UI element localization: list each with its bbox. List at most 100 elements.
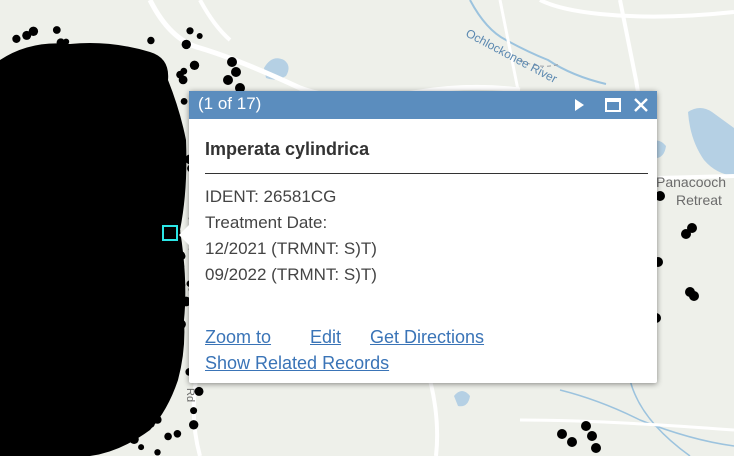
feature-point[interactable] [63,262,72,272]
feature-point[interactable] [104,314,113,323]
feature-point[interactable] [18,229,26,238]
feature-point[interactable] [76,377,85,385]
feature-point[interactable] [111,416,117,423]
feature-point[interactable] [12,421,20,429]
feature-point[interactable] [145,381,155,391]
feature-point[interactable] [6,183,15,192]
feature-point[interactable] [147,67,155,75]
feature-point[interactable] [591,443,601,453]
feature-point[interactable] [164,369,174,379]
feature-point[interactable] [46,197,55,206]
feature-point[interactable] [122,184,130,192]
feature-point[interactable] [54,326,63,335]
feature-point[interactable] [78,315,87,325]
feature-point[interactable] [148,364,158,374]
feature-point[interactable] [127,247,135,254]
feature-point[interactable] [111,299,120,308]
feature-point[interactable] [227,57,237,67]
feature-point[interactable] [134,280,141,287]
feature-point[interactable] [120,134,129,143]
feature-point[interactable] [43,333,53,343]
feature-point[interactable] [567,437,577,447]
feature-point[interactable] [144,250,153,259]
feature-point[interactable] [24,97,31,104]
feature-point[interactable] [30,234,39,242]
feature-point[interactable] [14,216,23,225]
feature-point[interactable] [22,30,32,40]
feature-point[interactable] [63,38,70,45]
feature-point[interactable] [88,92,97,101]
show-related-records-link[interactable]: Show Related Records [205,353,389,374]
feature-point[interactable] [111,170,121,180]
feature-point[interactable] [142,138,153,149]
feature-point[interactable] [223,75,233,85]
feature-point[interactable] [23,186,34,196]
feature-point[interactable] [180,98,188,105]
feature-point[interactable] [127,84,134,92]
feature-point[interactable] [180,67,188,75]
feature-point[interactable] [154,449,161,456]
feature-point[interactable] [147,54,156,63]
feature-point[interactable] [164,432,172,441]
feature-point[interactable] [147,273,157,283]
feature-point[interactable] [108,103,119,113]
feature-point[interactable] [146,411,155,421]
feature-point[interactable] [97,201,107,211]
feature-point[interactable] [132,422,139,430]
feature-point[interactable] [178,252,186,260]
feature-point[interactable] [94,123,103,133]
feature-point[interactable] [43,341,51,349]
feature-point[interactable] [53,289,63,298]
get-directions-link[interactable]: Get Directions [370,327,484,348]
feature-point[interactable] [33,204,42,213]
feature-point[interactable] [176,319,186,329]
feature-point[interactable] [29,143,38,152]
feature-point[interactable] [45,157,55,168]
feature-point[interactable] [181,39,191,50]
feature-point[interactable] [112,81,122,91]
feature-point[interactable] [149,175,157,184]
feature-point[interactable] [557,429,567,439]
feature-point[interactable] [146,420,155,428]
feature-point[interactable] [63,70,73,79]
feature-point[interactable] [116,196,126,206]
feature-point[interactable] [0,104,8,112]
feature-point[interactable] [66,109,74,118]
feature-point[interactable] [15,237,22,244]
feature-point[interactable] [190,407,198,415]
feature-point[interactable] [67,58,77,68]
feature-point[interactable] [162,102,170,110]
feature-point[interactable] [75,141,84,150]
feature-point[interactable] [57,378,68,388]
feature-point[interactable] [16,398,24,406]
feature-point[interactable] [186,27,194,35]
feature-point[interactable] [41,193,48,200]
feature-point[interactable] [196,33,203,39]
feature-point[interactable] [131,332,141,343]
feature-point[interactable] [152,321,160,329]
feature-point[interactable] [88,132,98,142]
feature-point[interactable] [49,351,59,362]
feature-point[interactable] [581,421,591,431]
feature-point[interactable] [144,220,153,229]
feature-point[interactable] [21,76,29,84]
feature-point[interactable] [89,253,99,263]
feature-point[interactable] [52,26,61,34]
feature-point[interactable] [19,134,28,142]
feature-point[interactable] [12,34,21,44]
feature-point[interactable] [189,60,200,70]
feature-point[interactable] [26,180,34,187]
feature-point[interactable] [118,190,126,197]
feature-point[interactable] [133,82,143,92]
feature-point[interactable] [43,313,51,320]
edit-link[interactable]: Edit [310,327,341,348]
feature-point[interactable] [97,59,107,68]
feature-point[interactable] [93,55,100,62]
zoom-to-link[interactable]: Zoom to [205,327,271,348]
feature-point[interactable] [177,281,186,290]
feature-point[interactable] [13,116,21,123]
feature-point[interactable] [66,306,76,315]
feature-point[interactable] [15,277,23,285]
feature-point[interactable] [130,327,137,334]
feature-point[interactable] [132,98,139,106]
